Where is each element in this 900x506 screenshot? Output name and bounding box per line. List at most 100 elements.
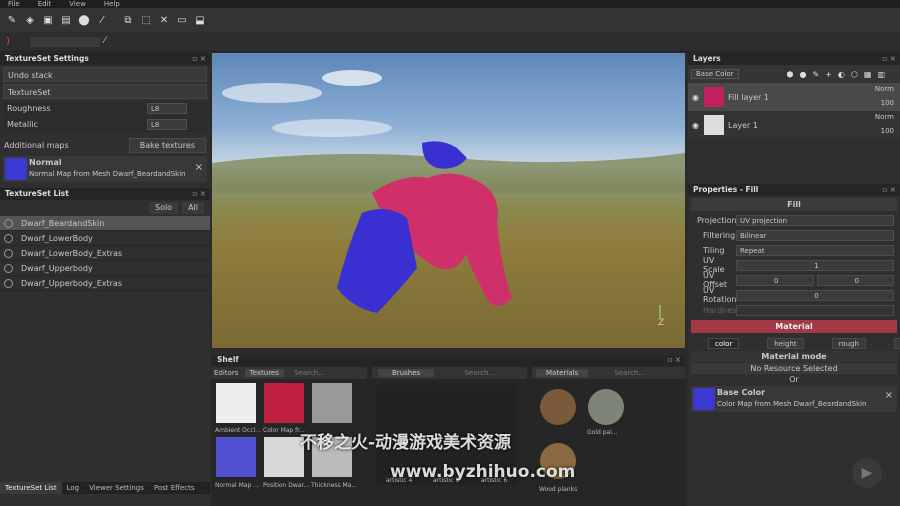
fill-section-header[interactable]: Fill bbox=[691, 198, 897, 211]
projection-select[interactable]: UV projection bbox=[736, 214, 894, 226]
eye-icon[interactable]: ◉ bbox=[692, 121, 699, 130]
shelf-materials-tabs: Materials Search... bbox=[532, 367, 685, 379]
texture-color-map[interactable] bbox=[264, 383, 304, 423]
shelf-label: Shelf bbox=[217, 355, 239, 364]
layer-blend[interactable]: Norm bbox=[875, 85, 894, 93]
brushes-search-input[interactable]: Search... bbox=[464, 369, 495, 377]
projection-label: Projection bbox=[697, 215, 737, 225]
material-section-header[interactable]: Material bbox=[691, 320, 897, 333]
channel-metal-toggle[interactable]: metal bbox=[893, 337, 900, 349]
cloud bbox=[272, 119, 392, 137]
close-icon[interactable]: × bbox=[885, 390, 893, 401]
list-item[interactable]: Dwarf_Upperbody bbox=[0, 261, 210, 276]
camera-mode-icon[interactable]: ⬓ bbox=[192, 12, 208, 28]
eraser-icon[interactable]: ◈ bbox=[22, 12, 38, 28]
uv-offset-v-input[interactable]: 0 bbox=[816, 274, 894, 286]
material-thumbnail[interactable] bbox=[540, 389, 576, 425]
undo-stack-button[interactable]: Undo stack bbox=[3, 67, 207, 82]
clone-icon[interactable]: ▤ bbox=[58, 12, 74, 28]
symmetry-icon[interactable]: ✕ bbox=[156, 12, 172, 28]
tab-viewer-settings[interactable]: Viewer Settings bbox=[84, 482, 149, 494]
camera-icon[interactable]: ⧉ bbox=[120, 12, 136, 28]
layer-opacity[interactable]: 100 bbox=[881, 99, 894, 107]
channel-rough-toggle[interactable]: rough bbox=[831, 337, 866, 349]
normal-map-item[interactable]: Normal Normal Map from Mesh Dwarf_Bearda… bbox=[3, 156, 207, 182]
view-3d-icon[interactable]: ▭ bbox=[174, 12, 190, 28]
panel-close-icon[interactable]: ▫ × bbox=[882, 184, 896, 196]
material-resource-slot[interactable]: No Resource Selected bbox=[691, 363, 897, 374]
panel-close-icon[interactable]: ▫ × bbox=[192, 188, 206, 200]
uv-offset-u-input[interactable]: 0 bbox=[736, 274, 814, 286]
left-panel: TextureSet Settings ▫ × Undo stack Textur… bbox=[0, 53, 210, 506]
metallic-format-select[interactable]: L8 bbox=[147, 119, 187, 130]
panel-close-icon[interactable]: ▫ × bbox=[882, 53, 896, 65]
menu-file[interactable]: File bbox=[8, 0, 20, 8]
filtering-select[interactable]: Bilinear bbox=[736, 229, 894, 241]
tab-brushes[interactable]: Brushes bbox=[378, 369, 435, 377]
base-color-title: Base Color bbox=[717, 388, 766, 397]
channel-height-toggle[interactable]: height bbox=[767, 337, 804, 349]
projection-icon[interactable]: ▣ bbox=[40, 12, 56, 28]
panel-close-icon[interactable]: ▫ × bbox=[667, 355, 681, 365]
texture-ambient-occlusion[interactable] bbox=[216, 383, 256, 423]
materials-search-input[interactable]: Search... bbox=[614, 369, 645, 377]
tiling-label: Tiling bbox=[703, 245, 725, 255]
tab-post-effects[interactable]: Post Effects bbox=[149, 482, 200, 494]
solo-all-row: Solo All bbox=[0, 200, 210, 216]
cloud bbox=[322, 70, 382, 86]
layers-channel-select[interactable]: Base Color bbox=[691, 69, 739, 79]
channel-color-toggle[interactable]: color bbox=[708, 337, 740, 349]
list-item[interactable]: Dwarf_BeardandSkin bbox=[0, 216, 210, 231]
close-icon[interactable]: × bbox=[195, 162, 203, 173]
hardness-input bbox=[736, 304, 894, 316]
roughness-row: Roughness L8 bbox=[3, 101, 207, 116]
layer-thumbnail bbox=[703, 87, 724, 107]
textureset-button[interactable]: TextureSet bbox=[3, 84, 207, 99]
uv-scale-input[interactable]: 1 bbox=[736, 259, 894, 271]
panel-close-icon[interactable]: ▫ × bbox=[192, 53, 206, 65]
tiling-select[interactable]: Repeat bbox=[736, 244, 894, 256]
texture-position[interactable] bbox=[264, 437, 304, 477]
list-item[interactable]: Dwarf_LowerBody bbox=[0, 231, 210, 246]
tab-editors[interactable]: Editors bbox=[212, 369, 238, 377]
fill-icon[interactable]: ⬤ bbox=[76, 12, 92, 28]
menu-edit[interactable]: Edit bbox=[38, 0, 52, 8]
eye-icon[interactable]: ◉ bbox=[692, 93, 699, 102]
uv-rotation-input[interactable]: 0 bbox=[736, 289, 894, 301]
3d-viewport[interactable]: Z bbox=[212, 53, 685, 348]
list-item[interactable]: Dwarf_Upperbody_Extras bbox=[0, 276, 210, 291]
texture-thumbnail[interactable] bbox=[312, 383, 352, 423]
tab-materials[interactable]: Materials bbox=[536, 369, 589, 377]
textures-search-input[interactable]: Search... bbox=[294, 369, 325, 377]
solo-button[interactable]: Solo bbox=[148, 202, 179, 214]
layer-blend[interactable]: Norm bbox=[875, 113, 894, 121]
layer-row[interactable]: ◉ Layer 1 Norm 100 bbox=[688, 111, 900, 139]
size-slider[interactable] bbox=[30, 37, 100, 47]
list-item[interactable]: Dwarf_LowerBody_Extras bbox=[0, 246, 210, 261]
play-icon[interactable]: ▶ bbox=[852, 458, 882, 488]
tab-textures[interactable]: Textures bbox=[244, 369, 284, 377]
texture-normal-map[interactable] bbox=[216, 437, 256, 477]
pen-icon[interactable]: ⁄ bbox=[104, 36, 114, 48]
axis-gizmo: Z bbox=[658, 318, 664, 328]
paint-brush-icon[interactable]: ✎ bbox=[4, 12, 20, 28]
metallic-label: Metallic bbox=[7, 120, 38, 129]
material-thumbnail[interactable] bbox=[588, 389, 624, 425]
list-item-label: Dwarf_BeardandSkin bbox=[21, 218, 105, 228]
tab-textureset-list[interactable]: TextureSet List bbox=[0, 482, 62, 494]
layer-row[interactable]: ◉ Fill layer 1 Norm 100 bbox=[688, 83, 900, 111]
all-button[interactable]: All bbox=[182, 202, 204, 214]
menu-view[interactable]: View bbox=[69, 0, 86, 8]
menu-help[interactable]: Help bbox=[104, 0, 120, 8]
base-color-slot[interactable]: Base Color Color Map from Mesh Dwarf_Bea… bbox=[691, 386, 897, 412]
layer-opacity[interactable]: 100 bbox=[881, 127, 894, 135]
size-icon[interactable]: ) bbox=[6, 36, 16, 48]
color-picker-icon[interactable]: ⁄ bbox=[94, 12, 110, 28]
frame-icon[interactable]: ⬚ bbox=[138, 12, 154, 28]
bake-textures-button[interactable]: Bake textures bbox=[128, 137, 206, 153]
texture-caption: Position Dwar... bbox=[263, 482, 310, 489]
layer-tools-icons[interactable]: ⬢●✎+◐⬡▦▥ bbox=[787, 70, 891, 79]
roughness-format-select[interactable]: L8 bbox=[147, 103, 187, 114]
tab-log[interactable]: Log bbox=[62, 482, 85, 494]
layer-name: Fill layer 1 bbox=[727, 92, 769, 102]
